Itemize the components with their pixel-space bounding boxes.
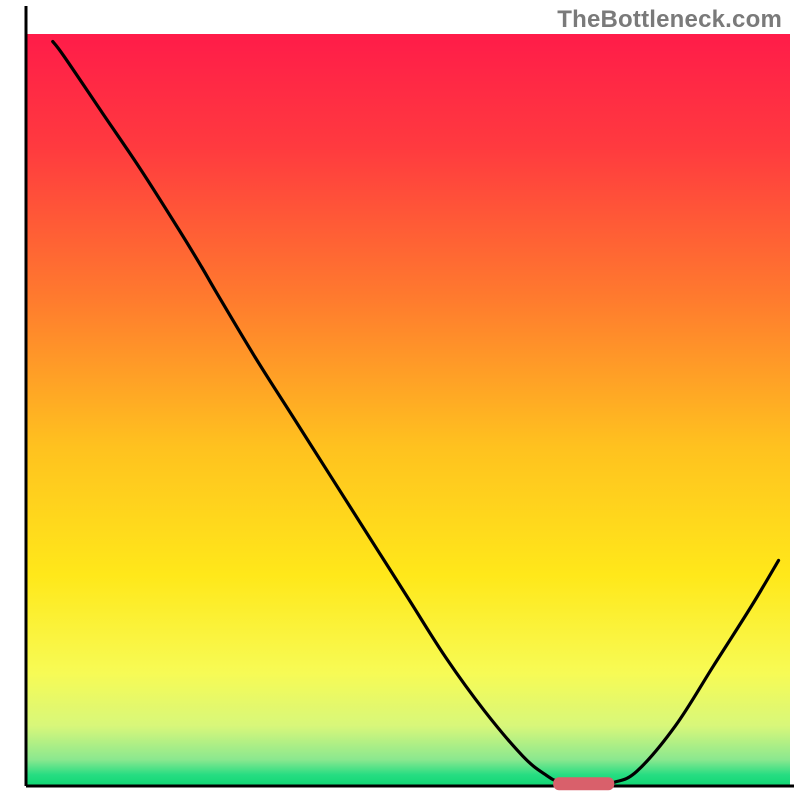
watermark-text: TheBottleneck.com	[557, 6, 782, 34]
chart-svg	[0, 0, 800, 800]
bottleneck-chart: TheBottleneck.com	[0, 0, 800, 800]
plot-background	[26, 34, 790, 786]
optimal-range-marker	[553, 777, 614, 790]
